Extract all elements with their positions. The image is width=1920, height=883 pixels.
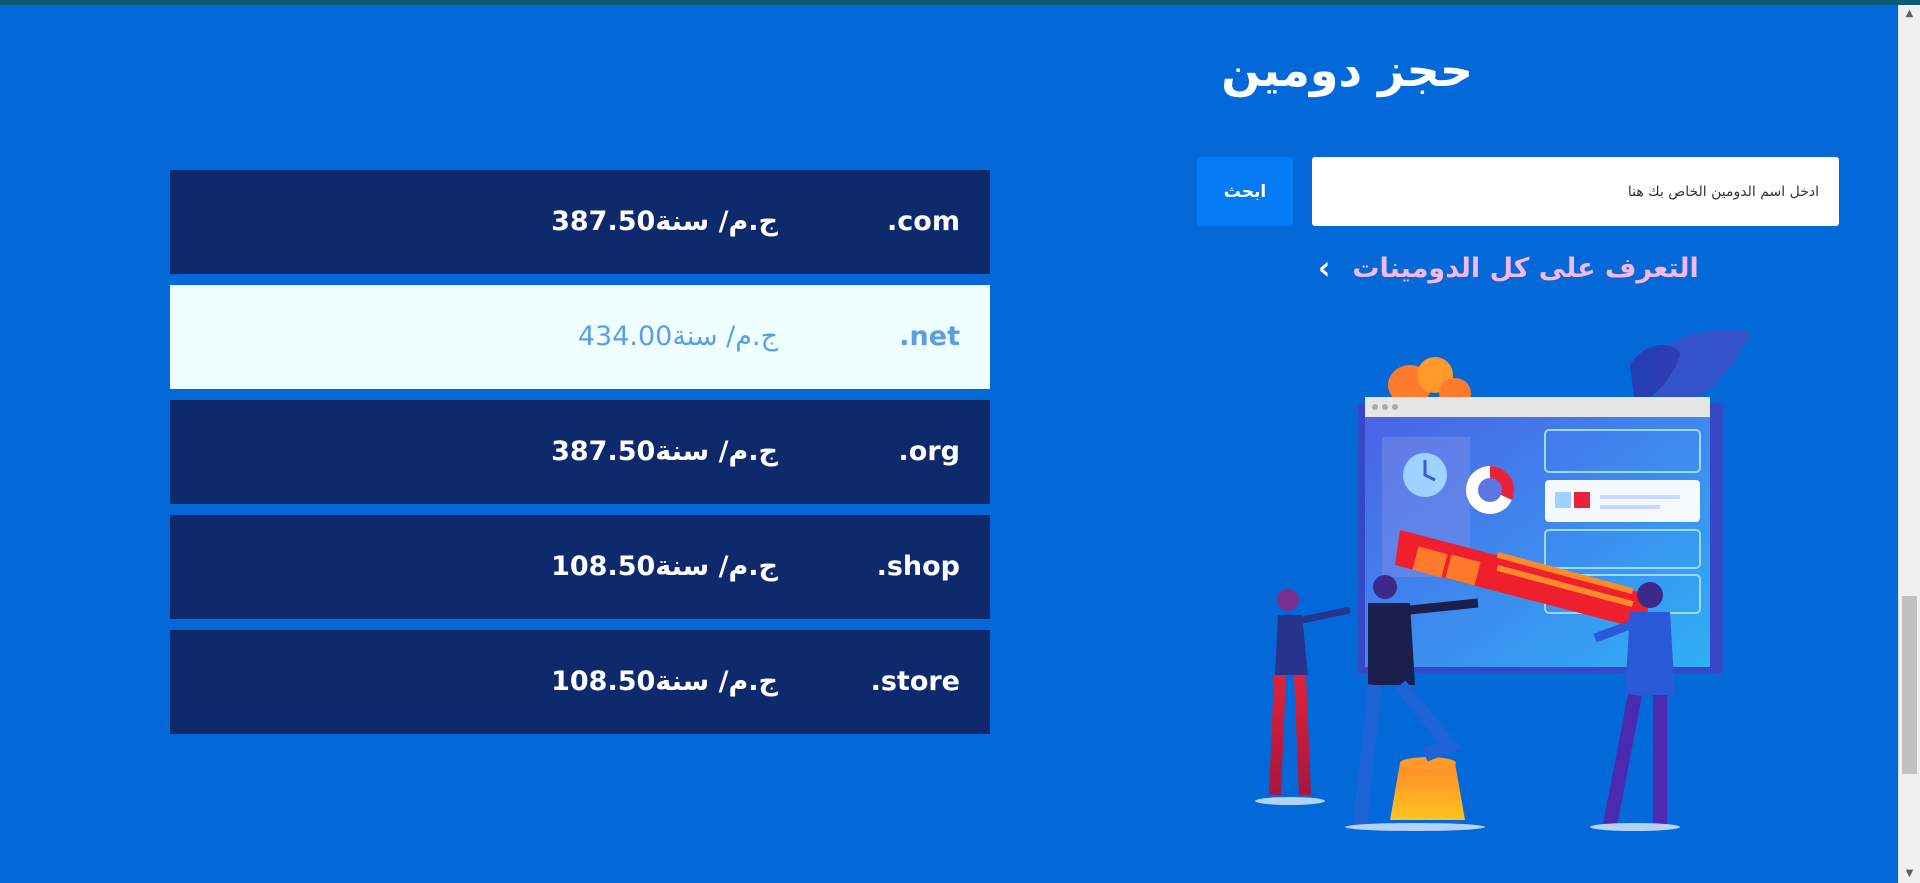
domain-price: 387.50ج.م/ سنة: [551, 206, 778, 237]
domain-booking-section: حجز دومين ابحث ‹ التعرف على كل الدومينات…: [0, 5, 1898, 883]
domain-price: 387.50ج.م/ سنة: [551, 436, 778, 467]
chevron-left-icon: ‹: [1318, 248, 1331, 288]
search-button[interactable]: ابحث: [1197, 157, 1293, 226]
domain-row-net[interactable]: .net 434.00ج.م/ سنة: [170, 285, 990, 389]
domain-price-list: .com 387.50ج.م/ سنة .net 434.00ج.م/ سنة …: [170, 170, 990, 745]
scroll-down-arrow-icon[interactable]: ▼: [1899, 865, 1920, 883]
domain-row-shop[interactable]: .shop 108.50ج.م/ سنة: [170, 515, 990, 619]
domain-price: 108.50ج.م/ سنة: [551, 666, 778, 697]
all-domains-link-label: التعرف على كل الدومينات: [1352, 253, 1699, 284]
domain-row-store[interactable]: .store 108.50ج.م/ سنة: [170, 630, 990, 734]
domain-extension: .store: [870, 666, 960, 697]
domain-row-org[interactable]: .org 387.50ج.م/ سنة: [170, 400, 990, 504]
vertical-scrollbar[interactable]: ▲ ▼: [1898, 5, 1920, 883]
domain-extension: .shop: [876, 551, 960, 582]
team-dashboard-illustration: [1255, 329, 1750, 831]
domain-extension: .org: [898, 436, 960, 467]
domain-price: 108.50ج.م/ سنة: [551, 551, 778, 582]
section-title: حجز دومين: [1221, 43, 1473, 97]
domain-extension: .com: [887, 206, 960, 237]
domain-search-input[interactable]: [1312, 157, 1839, 226]
all-domains-link[interactable]: ‹ التعرف على كل الدومينات: [1318, 248, 1699, 288]
domain-extension: .net: [899, 321, 960, 352]
scrollbar-thumb[interactable]: [1902, 596, 1917, 774]
domain-row-com[interactable]: .com 387.50ج.م/ سنة: [170, 170, 990, 274]
scroll-up-arrow-icon[interactable]: ▲: [1899, 5, 1920, 23]
domain-price: 434.00ج.م/ سنة: [577, 321, 778, 352]
